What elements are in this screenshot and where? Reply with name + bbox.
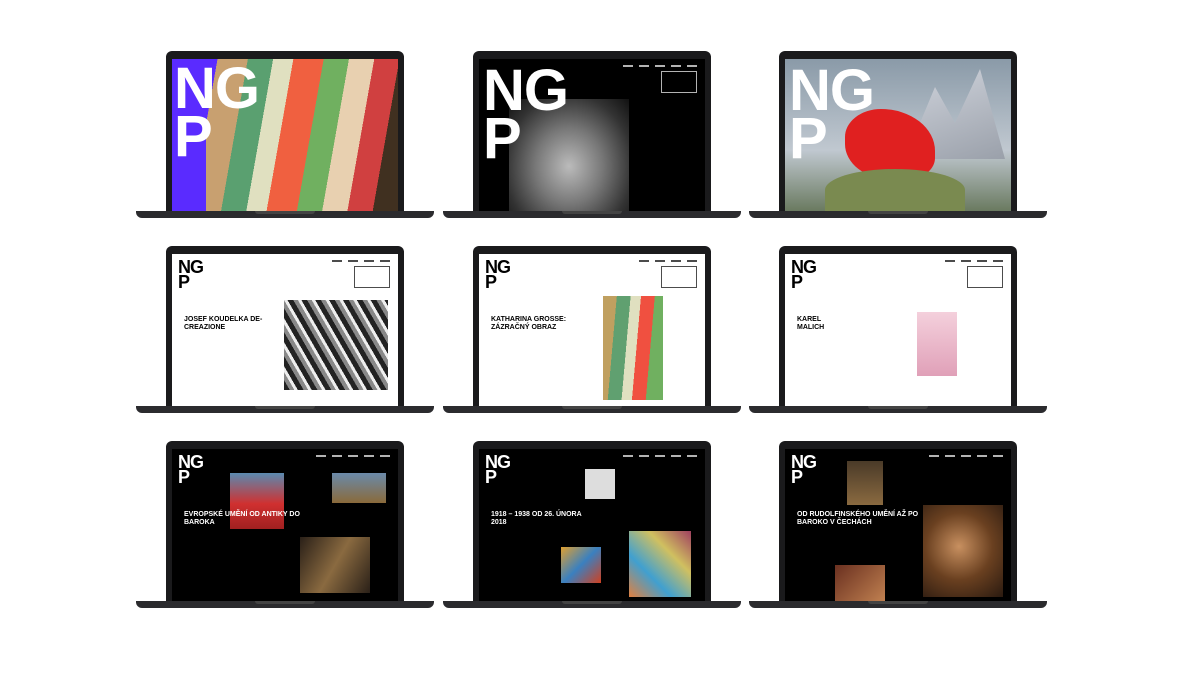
laptop-mockup-3: NG P xyxy=(749,51,1049,221)
laptop-mockup-4: NG P JOSEF KOUDELKA DE-CREAZIONE xyxy=(136,246,436,416)
artwork-koudelka-photo xyxy=(284,300,388,390)
laptop-base xyxy=(443,601,741,608)
screen-malich-detail: NG P KAREL MALICH xyxy=(785,254,1011,406)
laptop-lid: NG P xyxy=(779,51,1017,213)
laptop-base xyxy=(749,601,1047,608)
top-navigation[interactable] xyxy=(623,65,697,67)
ngp-logo: NG P xyxy=(485,452,511,487)
top-navigation[interactable] xyxy=(639,260,697,262)
artwork-portrait-small xyxy=(847,461,883,505)
artwork-malich-sculpture xyxy=(917,312,957,376)
artwork-bw-print xyxy=(585,469,615,499)
artwork-landscape xyxy=(332,473,386,503)
screen-exhibition-koudelka: NG P xyxy=(479,59,705,211)
ngp-logo: NG P xyxy=(791,257,817,292)
laptop-lid: NG P 1918 – 1938 OD 26. ÚNORA 2018 xyxy=(473,441,711,603)
artwork-baroque-small xyxy=(835,565,885,601)
screen-exhibition-grosse: NG P xyxy=(172,59,398,211)
laptop-lid: NG P EVROPSKÉ UMĚNÍ OD ANTIKY DO BAROKA xyxy=(166,441,404,603)
exhibition-title: 1918 – 1938 OD 26. ÚNORA 2018 xyxy=(491,511,582,526)
artwork-old-man-painting xyxy=(923,505,1003,597)
laptop-mockup-6: NG P KAREL MALICH xyxy=(749,246,1049,416)
exhibition-title: KATHARINA GROSSE: ZÁZRAČNÝ OBRAZ xyxy=(491,316,567,331)
exhibition-title: JOSEF KOUDELKA DE-CREAZIONE xyxy=(184,316,263,331)
exhibition-title: EVROPSKÉ UMĚNÍ OD ANTIKY DO BAROKA xyxy=(184,511,300,526)
laptop-lid: NG P xyxy=(166,51,404,213)
laptop-mockup-5: NG P KATHARINA GROSSE: ZÁZRAČNÝ OBRAZ xyxy=(443,246,743,416)
info-box xyxy=(661,71,697,93)
ngp-logo: NG P xyxy=(178,257,204,292)
artwork-ground xyxy=(825,169,965,211)
info-box xyxy=(354,266,390,288)
laptop-base xyxy=(136,601,434,608)
laptop-lid: NG P KAREL MALICH xyxy=(779,246,1017,408)
laptop-mockup-7: NG P EVROPSKÉ UMĚNÍ OD ANTIKY DO BAROKA xyxy=(136,441,436,611)
ngp-logo: NG P xyxy=(178,452,204,487)
top-navigation[interactable] xyxy=(623,455,697,457)
info-box xyxy=(661,266,697,288)
laptop-mockup-8: NG P 1918 – 1938 OD 26. ÚNORA 2018 xyxy=(443,441,743,611)
screen-grosse-detail: NG P KATHARINA GROSSE: ZÁZRAČNÝ OBRAZ xyxy=(479,254,705,406)
ngp-logo: NG P xyxy=(789,59,875,171)
laptop-mockup-1: NG P xyxy=(136,51,436,221)
screen-koudelka-detail: NG P JOSEF KOUDELKA DE-CREAZIONE xyxy=(172,254,398,406)
laptop-base xyxy=(443,406,741,413)
laptop-mockup-2: NG P xyxy=(443,51,743,221)
artwork-dark-scene xyxy=(300,537,370,593)
laptop-base xyxy=(443,211,741,218)
info-box xyxy=(967,266,1003,288)
exhibition-title: OD RUDOLFINSKÉHO UMĚNÍ AŽ PO BAROKO V ČE… xyxy=(797,511,919,526)
artwork-cubist xyxy=(629,531,691,597)
top-navigation[interactable] xyxy=(316,455,390,457)
top-navigation[interactable] xyxy=(332,260,390,262)
screen-rudolfine-baroque: NG P OD RUDOLFINSKÉHO UMĚNÍ AŽ PO BAROKO … xyxy=(785,449,1011,601)
top-navigation[interactable] xyxy=(945,260,1003,262)
screen-european-art: NG P EVROPSKÉ UMĚNÍ OD ANTIKY DO BAROKA xyxy=(172,449,398,601)
laptop-base xyxy=(136,211,434,218)
laptop-lid: NG P KATHARINA GROSSE: ZÁZRAČNÝ OBRAZ xyxy=(473,246,711,408)
top-navigation[interactable] xyxy=(929,455,1003,457)
exhibition-title: KAREL MALICH xyxy=(797,316,825,331)
laptop-lid: NG P OD RUDOLFINSKÉHO UMĚNÍ AŽ PO BAROKO … xyxy=(779,441,1017,603)
ngp-logo: NG P xyxy=(483,59,569,171)
artwork-grosse-installation xyxy=(603,296,663,400)
artwork-abstract-small xyxy=(561,547,601,583)
screen-exhibition-surreal: NG P xyxy=(785,59,1011,211)
laptop-mockup-9: NG P OD RUDOLFINSKÉHO UMĚNÍ AŽ PO BAROKO … xyxy=(749,441,1049,611)
laptop-base xyxy=(136,406,434,413)
laptop-base xyxy=(749,211,1047,218)
laptop-base xyxy=(749,406,1047,413)
screen-1918-1938: NG P 1918 – 1938 OD 26. ÚNORA 2018 xyxy=(479,449,705,601)
ngp-logo: NG P xyxy=(174,59,260,169)
laptop-lid: NG P JOSEF KOUDELKA DE-CREAZIONE xyxy=(166,246,404,408)
ngp-logo: NG P xyxy=(791,452,817,487)
laptop-lid: NG P xyxy=(473,51,711,213)
ngp-logo: NG P xyxy=(485,257,511,292)
